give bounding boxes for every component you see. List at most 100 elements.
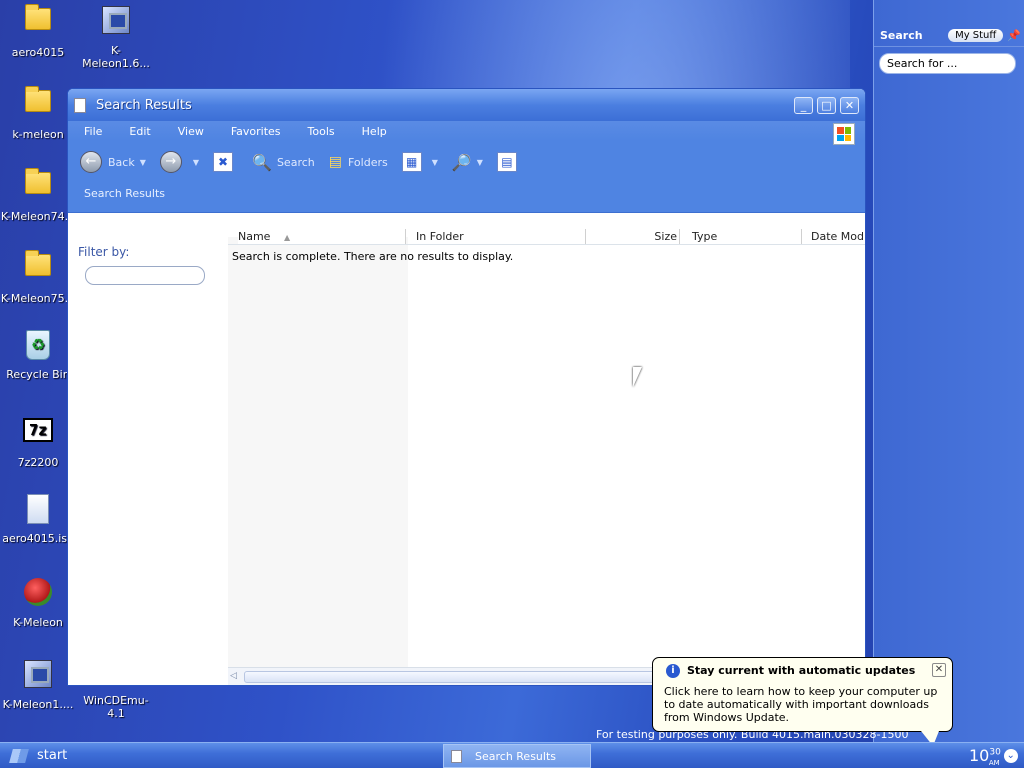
- 7zip-icon: 7z: [22, 418, 54, 450]
- installer-icon: [22, 660, 54, 692]
- folders-label: Folders: [347, 155, 388, 169]
- breadcrumb: Search Results: [68, 183, 865, 213]
- minimize-button[interactable]: _: [794, 96, 813, 114]
- menu-favorites[interactable]: Favorites: [231, 125, 281, 138]
- desktop-icon-kmeleon-shortcut[interactable]: K-Meleon: [0, 576, 76, 629]
- folder-icon: [22, 168, 54, 204]
- window-title: Search Results: [96, 97, 192, 113]
- column-header-type[interactable]: Type: [692, 229, 802, 244]
- column-header-size[interactable]: Size: [588, 229, 680, 244]
- desktop-icon-label: aero4015: [11, 46, 65, 59]
- menu-bar: File Edit View Favorites Tools Help: [68, 121, 865, 145]
- stop-search-button[interactable]: ✖: [213, 152, 238, 172]
- document-icon: [74, 97, 86, 113]
- my-stuff-button[interactable]: My Stuff: [948, 29, 1004, 42]
- file-icon: [22, 494, 54, 526]
- taskbar: start Search Results 1030AM ⌄: [0, 742, 1024, 768]
- desktop-icon-label: k-meleon: [12, 128, 64, 141]
- desktop-icon-aero4015-iso[interactable]: aero4015.iso: [0, 494, 76, 545]
- desktop-icon-label: aero4015.iso: [2, 532, 74, 545]
- update-notification-balloon[interactable]: i Stay current with automatic updates ✕ …: [652, 657, 953, 746]
- desktop-icon-label: K-Meleon1.6...: [82, 44, 150, 70]
- filter-input[interactable]: [85, 266, 205, 285]
- desktop-icon-kmeleon74[interactable]: K-Meleon74...: [0, 168, 76, 223]
- balloon-text[interactable]: Click here to learn how to keep your com…: [664, 685, 946, 724]
- desktop-icon-label: K-Meleon75...: [0, 292, 76, 305]
- desktop-icon-label: K-Meleon1....: [2, 698, 74, 711]
- desktop-icon-label: K-Meleon74...: [0, 210, 76, 223]
- sidebar-header: Search My Stuff 📌: [874, 25, 1024, 47]
- back-arrow-icon: ←: [80, 151, 102, 173]
- k-meleon-icon: [22, 578, 54, 610]
- toolbar: ← Back ▼ → ▼ ✖ 🔍 Search ▤ Folders ▦ ▼ 🔎 …: [68, 141, 865, 183]
- back-button[interactable]: ← Back ▼: [80, 151, 146, 173]
- clock-ampm: AM: [988, 759, 1000, 767]
- desktop-icon-label: WinCDEmu-4.1: [83, 694, 149, 720]
- sidebar-title: Search: [880, 29, 923, 42]
- document-icon: [451, 749, 462, 763]
- search-options-button[interactable]: 🔎 ▼: [452, 153, 483, 172]
- column-name-label: Name: [238, 230, 271, 243]
- column-header-in-folder[interactable]: In Folder: [416, 229, 586, 244]
- desktop-icon-label: 7z2200: [17, 456, 59, 469]
- chevron-down-icon[interactable]: ▼: [140, 158, 146, 167]
- chevron-down-icon[interactable]: ▼: [193, 158, 199, 167]
- column-header-row: Name ▲ In Folder Size Type Date Modi: [228, 229, 865, 245]
- forward-arrow-icon: →: [159, 151, 182, 173]
- menu-view[interactable]: View: [178, 125, 204, 138]
- properties-icon: ▤: [496, 152, 517, 172]
- folders-button[interactable]: ▤ Folders: [329, 154, 388, 170]
- results-pane: Name ▲ In Folder Size Type Date Modi Sea…: [228, 229, 865, 685]
- sidebar-search-input[interactable]: Search for ...: [879, 53, 1016, 74]
- properties-button[interactable]: ▤: [496, 152, 522, 172]
- search-button[interactable]: 🔍 Search: [252, 153, 315, 172]
- column-header-name[interactable]: Name ▲: [238, 229, 406, 244]
- desktop-icon-kmeleon75[interactable]: K-Meleon75...: [0, 250, 76, 305]
- close-button[interactable]: ✕: [840, 96, 859, 114]
- sort-up-icon: ▲: [283, 233, 291, 242]
- menu-help[interactable]: Help: [362, 125, 387, 138]
- menu-edit[interactable]: Edit: [129, 125, 150, 138]
- search-label: Search: [276, 155, 315, 169]
- clock-hour: 10: [969, 746, 990, 765]
- desktop-icon-kmeleon-installer[interactable]: K-Meleon1....: [0, 658, 76, 711]
- installer-icon: [100, 6, 132, 38]
- column-header-date-modified[interactable]: Date Modi: [811, 229, 865, 244]
- chevron-down-icon: ▼: [476, 157, 483, 167]
- desktop-icon-label: K-Meleon: [13, 616, 63, 629]
- windows-update-icon[interactable]: ⌄: [1003, 748, 1018, 763]
- menu-tools[interactable]: Tools: [308, 125, 335, 138]
- windows-flag-icon: [9, 748, 29, 763]
- desktop-icon-k-meleon-folder[interactable]: k-meleon: [0, 86, 76, 141]
- desktop-icon-recycle-bin[interactable]: ♻ Recycle Bin: [0, 330, 76, 381]
- folders-icon: ▤: [328, 154, 342, 170]
- close-icon[interactable]: ✕: [932, 663, 946, 677]
- stop-icon: ✖: [213, 152, 234, 172]
- pin-icon[interactable]: 📌: [1007, 29, 1021, 42]
- views-button[interactable]: ▦ ▼: [401, 152, 438, 172]
- filter-label: Filter by:: [78, 245, 130, 259]
- menu-file[interactable]: File: [84, 125, 102, 138]
- start-button[interactable]: start: [0, 743, 90, 768]
- folder-icon: [22, 86, 54, 122]
- maximize-button[interactable]: □: [817, 96, 836, 114]
- search-results-window: Search Results _ □ ✕ File Edit View Favo…: [67, 88, 866, 686]
- clock-minutes: 30: [989, 747, 1001, 758]
- folder-icon: [22, 250, 54, 286]
- desktop-icon-wincdemu[interactable]: WinCDEmu-4.1: [78, 694, 154, 720]
- scroll-left-icon[interactable]: ◁: [230, 670, 242, 683]
- name-column-background: [228, 237, 408, 667]
- start-label: start: [37, 748, 68, 763]
- mouse-cursor-icon: [633, 367, 642, 387]
- window-titlebar[interactable]: Search Results _ □ ✕: [68, 89, 865, 121]
- desktop-icon-aero4015[interactable]: aero4015: [0, 4, 76, 59]
- empty-results-message: Search is complete. There are no results…: [232, 250, 514, 263]
- taskbar-item-search-results[interactable]: Search Results: [443, 744, 591, 768]
- chevron-down-icon: ▼: [431, 157, 438, 167]
- search-sidebar: Search My Stuff 📌 Search for ...: [873, 0, 1024, 742]
- desktop-icon-label: Recycle Bin: [6, 368, 70, 381]
- desktop-icon-7z2200[interactable]: 7z 7z2200: [0, 414, 76, 469]
- desktop-icon-kmeleon-setup[interactable]: K-Meleon1.6...: [78, 4, 154, 70]
- info-icon: i: [666, 664, 680, 678]
- forward-button[interactable]: → ▼: [159, 151, 199, 173]
